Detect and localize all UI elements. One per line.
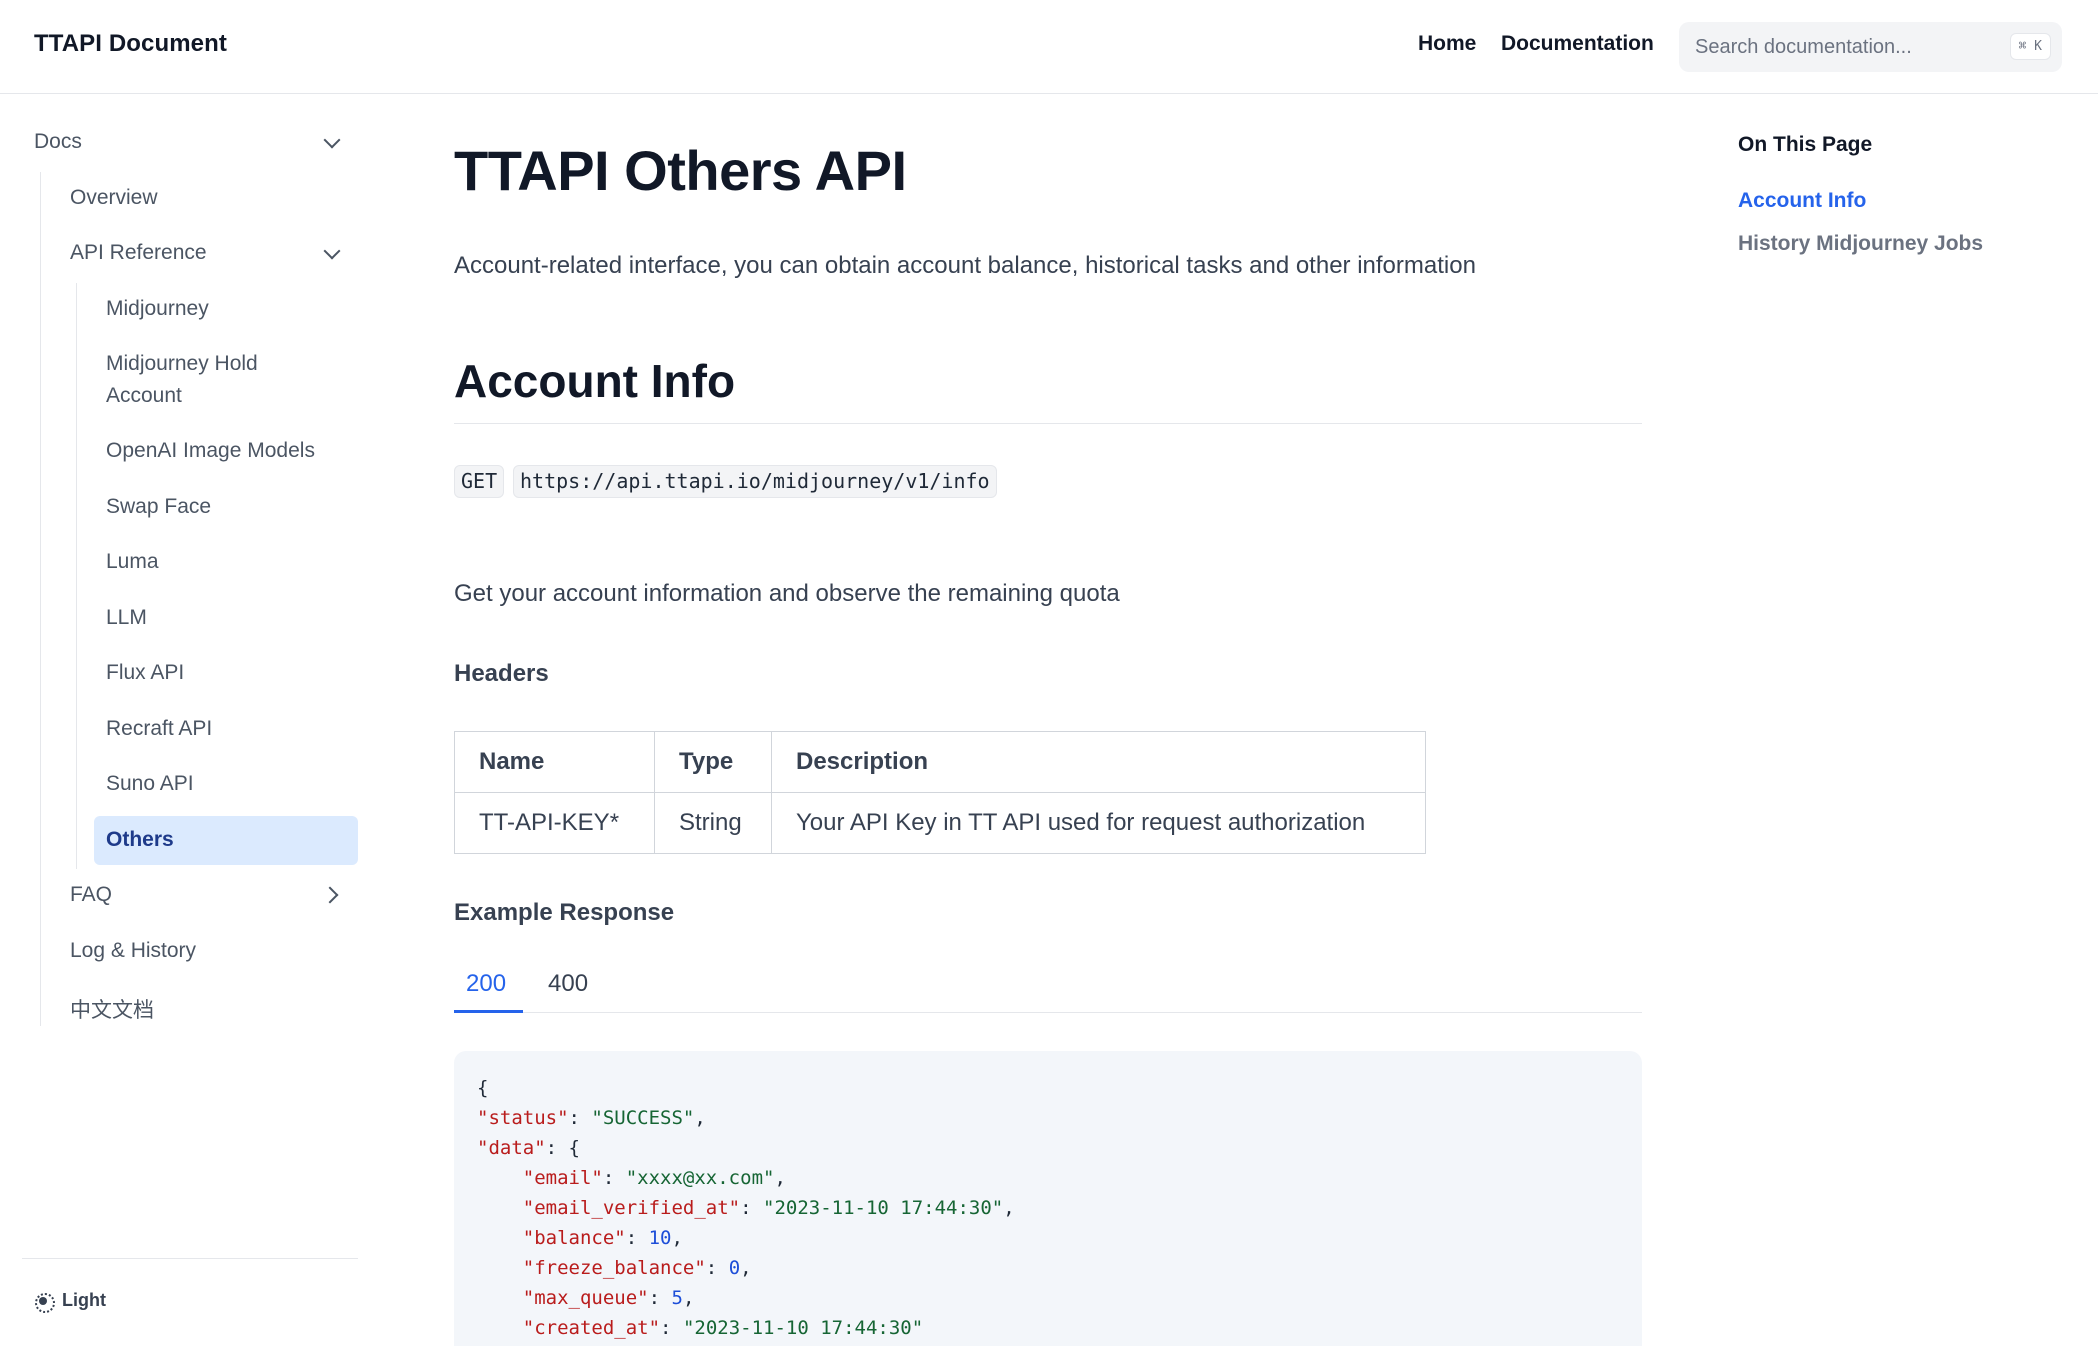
sun-icon — [34, 1292, 55, 1313]
top-navbar: TTAPI Document Home Documentation ⌘ K — [0, 0, 2098, 94]
example-response-code: { "status": "SUCCESS", "data": { "email"… — [454, 1051, 1642, 1346]
sidebar-footer-divider — [22, 1258, 358, 1259]
theme-toggle-button[interactable]: Light — [34, 1290, 106, 1313]
sidebar-item-midjourney-hold-account-line2[interactable]: Account — [106, 384, 182, 408]
tab-400[interactable]: 400 — [548, 970, 588, 998]
section-title-account-info: Account Info — [454, 355, 736, 407]
sidebar-item-recraft-api[interactable]: Recraft API — [106, 717, 212, 741]
search-shortcut-badge: ⌘ K — [2009, 33, 2051, 60]
sidebar-item-openai-image-models[interactable]: OpenAI Image Models — [106, 439, 315, 463]
toc-title: On This Page — [1738, 133, 1873, 156]
sidebar-item-faq[interactable]: FAQ — [70, 883, 112, 907]
headers-table: Name Type Description TT-API-KEY* String… — [454, 731, 1426, 854]
section-divider — [454, 423, 1642, 424]
sidebar-item-llm[interactable]: LLM — [106, 606, 147, 630]
table-cell-name: TT-API-KEY* — [454, 792, 655, 854]
page-lead: Account-related interface, you can obtai… — [454, 252, 1476, 279]
table-cell-type: String — [654, 792, 772, 854]
search-box[interactable]: ⌘ K — [1679, 22, 2062, 72]
page-title: TTAPI Others API — [454, 139, 907, 202]
sidebar-item-flux-api[interactable]: Flux API — [106, 661, 184, 685]
sidebar-item-others[interactable]: Others — [106, 828, 174, 852]
nav-documentation-link[interactable]: Documentation — [1501, 32, 1654, 56]
sidebar-item-api-reference[interactable]: API Reference — [70, 241, 207, 265]
sidebar-item-overview[interactable]: Overview — [70, 186, 158, 210]
search-input[interactable] — [1695, 22, 2005, 72]
sidebar-subtree-line — [76, 283, 77, 869]
toc-link-account-info[interactable]: Account Info — [1738, 189, 1866, 213]
sidebar-tree-line — [40, 172, 41, 1026]
example-response-heading: Example Response — [454, 899, 675, 926]
sidebar-item-log-history[interactable]: Log & History — [70, 939, 196, 963]
http-method-badge: GET — [454, 465, 505, 498]
nav-home-link[interactable]: Home — [1418, 32, 1476, 56]
theme-label: Light — [62, 1290, 106, 1310]
brand-logo-text[interactable]: TTAPI Document — [34, 30, 227, 58]
table-header-row: Name Type Description — [454, 731, 1426, 793]
table-header-name: Name — [454, 731, 655, 793]
table-header-type: Type — [654, 731, 772, 793]
sidebar-item-suno-api[interactable]: Suno API — [106, 772, 194, 796]
tab-200[interactable]: 200 — [466, 970, 506, 998]
sidebar-item-docs[interactable]: Docs — [34, 130, 82, 154]
endpoint-description: Get your account information and observe… — [454, 580, 1120, 607]
sidebar-item-midjourney-hold-account[interactable]: Midjourney Hold — [106, 352, 258, 376]
endpoint-url: https://api.ttapi.io/midjourney/v1/info — [513, 465, 997, 498]
table-row: TT-API-KEY* String Your API Key in TT AP… — [454, 792, 1426, 854]
sidebar-item-luma[interactable]: Luma — [106, 550, 159, 574]
headers-heading: Headers — [454, 660, 549, 687]
toc-link-history-midjourney-jobs[interactable]: History Midjourney Jobs — [1738, 232, 1983, 256]
sidebar-item-swap-face[interactable]: Swap Face — [106, 495, 211, 519]
table-cell-description: Your API Key in TT API used for request … — [771, 792, 1426, 854]
sidebar-item-chinese-docs[interactable]: 中文文档 — [70, 994, 154, 1024]
active-tab-indicator — [454, 1010, 523, 1013]
tabs-divider — [454, 1012, 1642, 1013]
sidebar-item-midjourney[interactable]: Midjourney — [106, 297, 209, 321]
table-header-description: Description — [771, 731, 1426, 793]
